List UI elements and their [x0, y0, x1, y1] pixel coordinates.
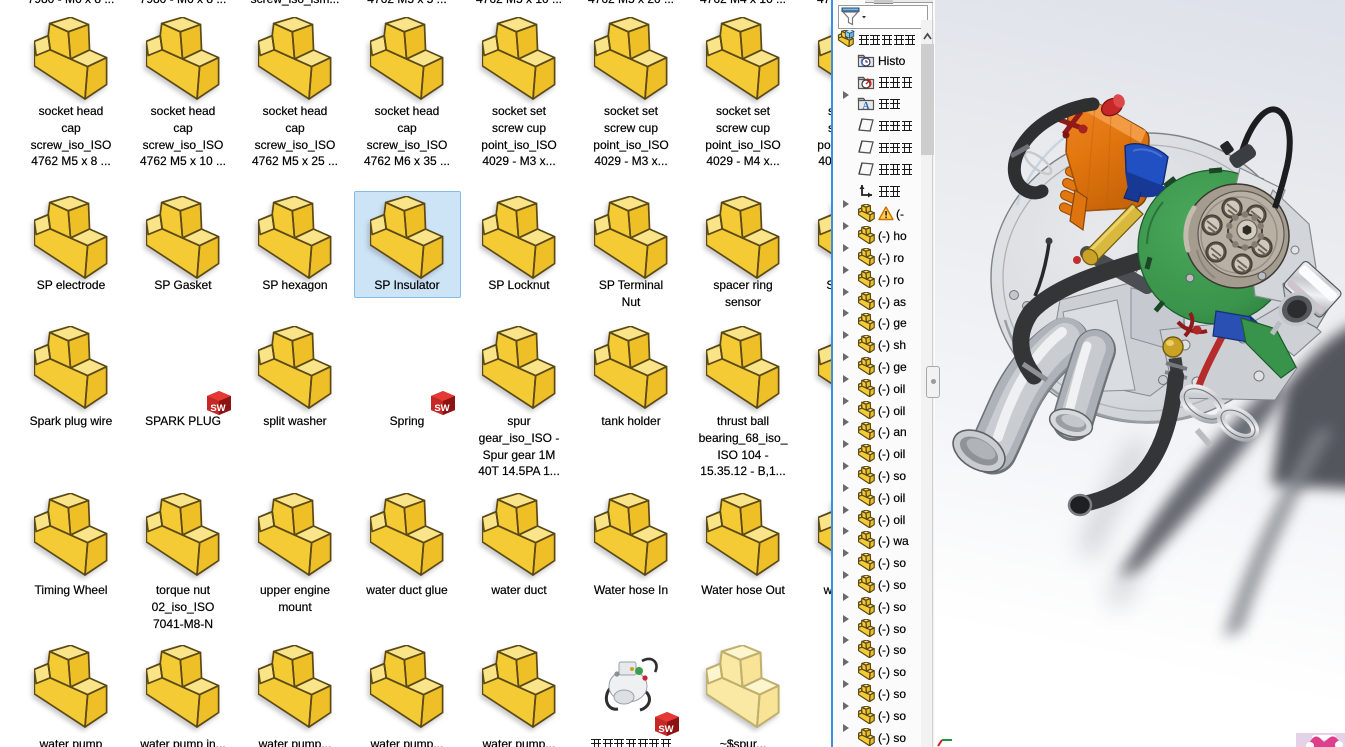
svg-text:A: A — [862, 101, 870, 111]
